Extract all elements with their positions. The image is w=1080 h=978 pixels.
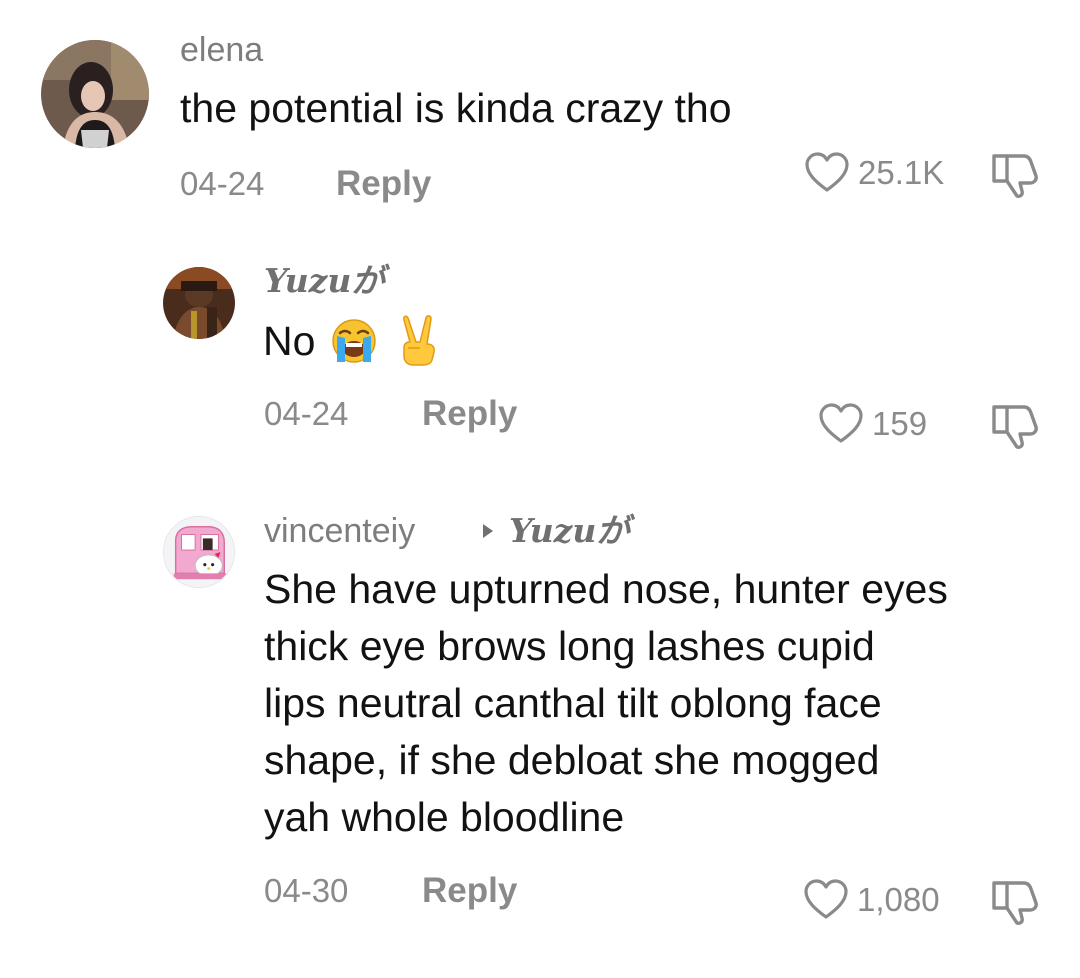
comment-date: 04-30 [264, 872, 349, 909]
reply-button[interactable]: Reply [422, 873, 517, 908]
like-button[interactable]: 25.1K [804, 150, 944, 194]
heart-outline-icon [805, 152, 849, 192]
thumbs-down-outline-icon [992, 154, 1038, 198]
reply-to-username[interactable]: Yuzuが [509, 514, 629, 547]
like-button[interactable]: 159 [818, 401, 927, 445]
thumbs-down-outline-icon [992, 881, 1038, 925]
avatar-image [164, 517, 234, 587]
victory-hand-icon [403, 315, 436, 366]
dislike-button[interactable] [990, 150, 1042, 198]
comment-username[interactable]: vincenteiy [264, 514, 415, 548]
comment-username[interactable]: Yuzuが [264, 264, 384, 297]
comment-text: She have upturned nose, hunter eyes thic… [264, 561, 948, 846]
comment-text: the potential is kinda crazy tho [180, 85, 732, 131]
loudly-crying-face-icon [332, 319, 376, 363]
like-button[interactable]: 1,080 [803, 877, 940, 921]
comment-username[interactable]: elena [180, 33, 263, 67]
thumbs-down-outline-icon [992, 405, 1038, 449]
reply-button[interactable]: Reply [422, 396, 517, 431]
comment-text-line: thick eye brows long lashes cupid [264, 623, 875, 669]
comment-text-line: lips neutral canthal tilt oblong face [264, 680, 882, 726]
comment-text-line: She have upturned nose, hunter eyes [264, 566, 948, 612]
like-count: 25.1K [858, 153, 945, 191]
heart-outline-icon [819, 403, 863, 443]
avatar[interactable] [163, 516, 235, 588]
avatar[interactable] [41, 40, 149, 148]
avatar-image [163, 267, 235, 339]
comment-date: 04-24 [264, 395, 349, 432]
reply-button[interactable]: Reply [336, 166, 431, 201]
like-count: 159 [872, 404, 928, 442]
avatar-image [41, 40, 149, 148]
avatar[interactable] [163, 267, 235, 339]
dislike-button[interactable] [990, 877, 1042, 925]
like-count: 1,080 [857, 880, 940, 918]
dislike-button[interactable] [990, 401, 1042, 449]
comment-text-body: No [263, 318, 316, 364]
comment-text: No [263, 313, 442, 370]
comment-text-line: yah whole bloodline [264, 794, 625, 840]
heart-outline-icon [804, 879, 848, 919]
comment-date: 04-24 [180, 165, 265, 202]
triangle-right-icon [483, 524, 493, 538]
comment-text-line: shape, if she debloat she mogged [264, 737, 880, 783]
